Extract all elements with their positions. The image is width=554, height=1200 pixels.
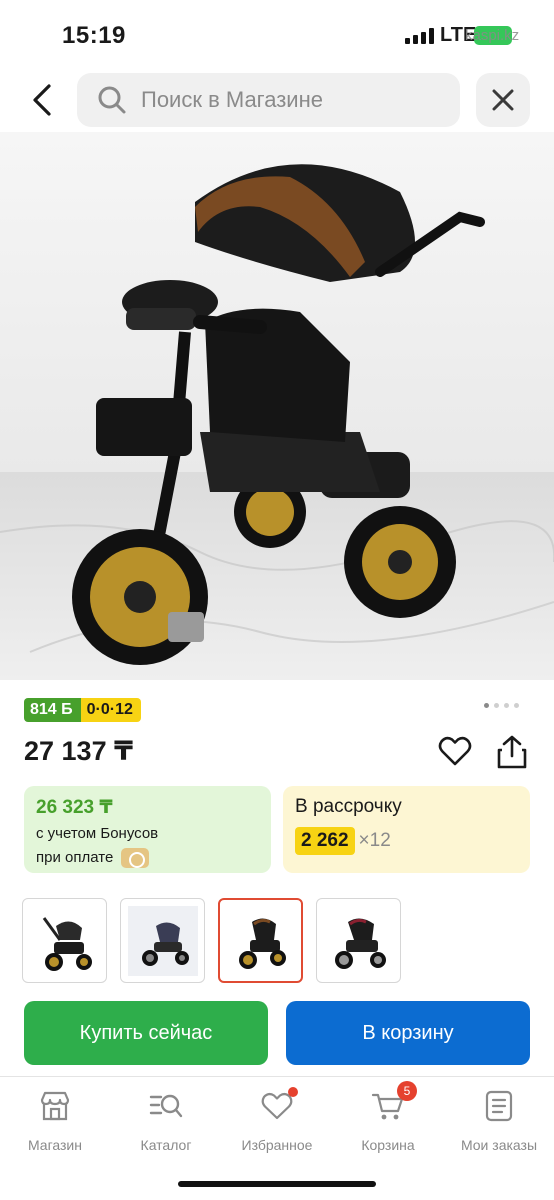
nav-label-cart: Корзина <box>361 1137 415 1153</box>
search-box[interactable] <box>77 73 460 127</box>
gallery-pagination <box>484 703 519 708</box>
bonus-badge: 814 Б <box>24 698 81 722</box>
bonus-payment-text: при оплате <box>36 848 114 866</box>
favorite-button[interactable] <box>438 734 472 768</box>
nav-item-cart[interactable]: 5 Корзина <box>333 1081 443 1153</box>
heart-icon <box>260 1087 298 1123</box>
product-price: 27 137 ₸ <box>24 736 133 766</box>
installment-badge: 0·0·12 <box>80 698 141 722</box>
installment-amount: 2 262 <box>295 827 355 855</box>
thumbnail-1[interactable] <box>22 898 107 983</box>
thumbnail-4[interactable] <box>316 898 401 983</box>
gallery-dot <box>514 703 519 708</box>
gallery-dot <box>504 703 509 708</box>
nav-item-catalog[interactable]: Каталог <box>111 1089 221 1153</box>
installment-row: 2 262 ×12 <box>295 827 518 855</box>
bonus-description: с учетом Бонусов <box>36 825 159 842</box>
installment-multiplier: ×12 <box>358 830 391 851</box>
nav-item-shop[interactable]: Магазин <box>0 1089 110 1153</box>
search-icon <box>97 85 127 115</box>
back-button[interactable] <box>22 78 62 122</box>
nav-label-catalog: Каталог <box>140 1137 192 1153</box>
store-icon <box>38 1089 72 1123</box>
thumbnail-2[interactable] <box>120 898 205 983</box>
search-input[interactable] <box>141 87 441 113</box>
nav-item-orders[interactable]: Мои заказы <box>444 1089 554 1153</box>
gallery-dot <box>484 703 489 708</box>
share-icon <box>497 735 527 769</box>
clear-search-button[interactable] <box>476 73 530 127</box>
close-icon <box>492 89 514 111</box>
installment-card[interactable]: В рассрочку 2 262 ×12 <box>283 786 530 873</box>
tricycle-thumbnail-icon <box>334 917 386 969</box>
product-photo[interactable] <box>0 132 554 680</box>
add-to-cart-button[interactable]: В корзину <box>286 1001 530 1065</box>
status-bar: 15:19 LTE kaspi.kz <box>0 0 554 70</box>
favorites-notification-dot <box>288 1087 298 1097</box>
heart-icon <box>438 736 472 766</box>
buy-now-button[interactable]: Купить сейчас <box>24 1001 268 1065</box>
bonus-payment-line: при оплате <box>36 848 259 868</box>
chevron-left-icon <box>33 84 51 116</box>
tricycle-thumbnail-icon <box>42 916 92 971</box>
nav-label-orders: Мои заказы <box>460 1137 538 1153</box>
watermark-text: kaspi.kz <box>465 27 520 44</box>
nav-label-shop: Магазин <box>27 1137 82 1153</box>
product-badges: 814 Б 0·0·12 <box>24 698 141 722</box>
nav-item-favorites[interactable]: Избранное <box>222 1087 332 1153</box>
bonus-price: 26 323 ₸ <box>36 797 113 818</box>
status-time: 15:19 <box>62 22 126 49</box>
cart-count-badge: 5 <box>397 1081 417 1101</box>
signal-icon <box>405 28 434 44</box>
tricycle-thumbnail-icon <box>127 905 198 976</box>
catalog-search-icon <box>149 1089 183 1123</box>
tricycle-thumbnail-icon <box>238 917 286 969</box>
gallery-dot <box>494 703 499 708</box>
installment-title: В рассрочку <box>295 796 402 817</box>
nav-label-favorites: Избранное <box>241 1137 313 1153</box>
thumbnail-strip <box>22 898 401 983</box>
orders-list-icon <box>482 1089 516 1123</box>
home-indicator[interactable] <box>178 1181 376 1187</box>
share-button[interactable] <box>496 734 528 770</box>
search-header <box>0 70 554 132</box>
cart-icon: 5 <box>371 1081 417 1123</box>
bonus-price-card[interactable]: 26 323 ₸ с учетом Бонусов при оплате <box>24 786 271 873</box>
kaspi-pay-icon <box>121 848 150 868</box>
thumbnail-3[interactable] <box>218 898 303 983</box>
